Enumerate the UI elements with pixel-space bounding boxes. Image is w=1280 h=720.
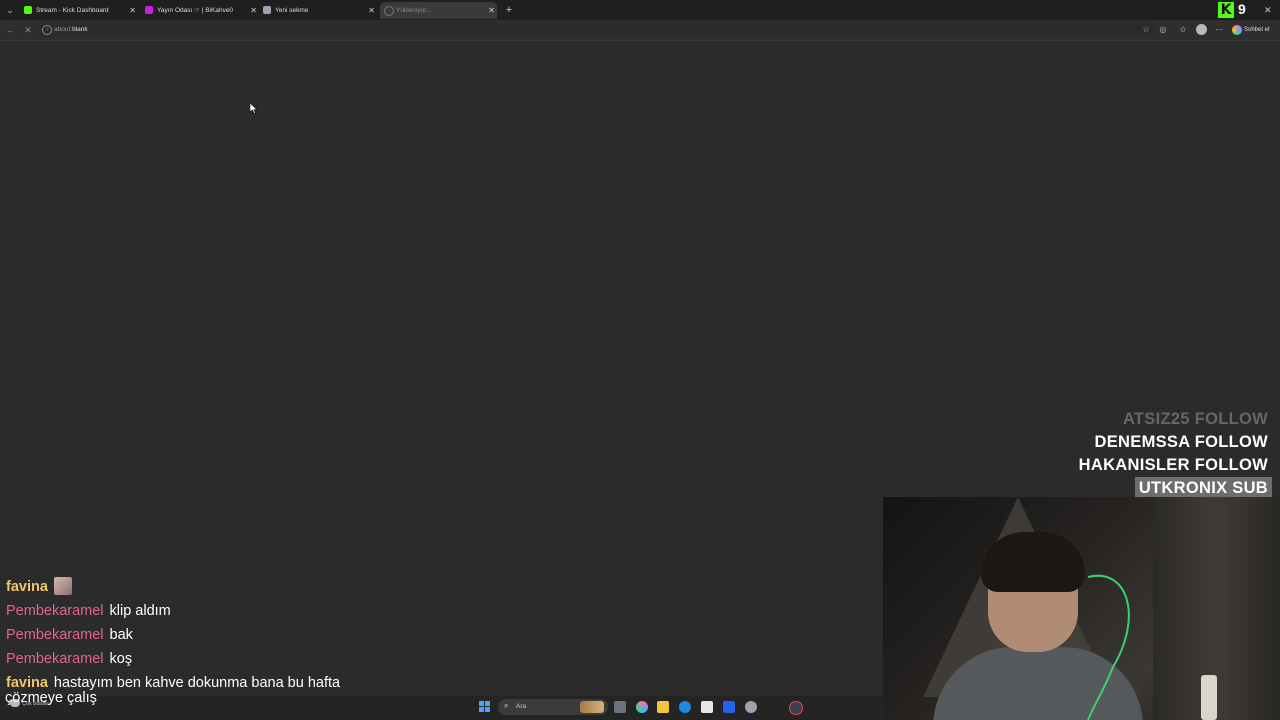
- tab-kick-dashboard[interactable]: Stream - Kick Dashboard ✕: [20, 2, 138, 19]
- chat-text: bak: [109, 627, 133, 643]
- back-icon[interactable]: ←: [3, 23, 17, 37]
- file-explorer-icon[interactable]: [657, 701, 669, 713]
- address-bar[interactable]: i about:blank ☆: [38, 23, 1154, 37]
- search-highlight-icon: [580, 701, 604, 713]
- chat-username: favina: [6, 579, 48, 595]
- kick-logo: K: [1218, 2, 1234, 18]
- edge-browser-icon[interactable]: [679, 701, 691, 713]
- tab-loading[interactable]: Yükleniyor... ✕: [380, 2, 497, 19]
- copilot-taskbar-icon[interactable]: [636, 701, 648, 713]
- chat-message: favina: [6, 575, 406, 599]
- search-icon: ⌕: [504, 701, 509, 710]
- search-placeholder: Ara: [516, 703, 527, 710]
- tab-title: Stream - Kick Dashboard: [36, 7, 109, 14]
- loading-spinner-icon: [384, 6, 394, 16]
- chat-username: Pembekaramel: [6, 651, 104, 667]
- headset-cable: [1087, 574, 1130, 720]
- address-text: about:blank: [54, 23, 88, 37]
- alert-item: DENEMSSA FOLLOW: [1094, 433, 1268, 451]
- mouse-cursor-icon: [249, 101, 258, 119]
- webcam-feed: [883, 497, 1280, 720]
- page-favicon-icon: [263, 6, 271, 14]
- copilot-label: Sohbet et: [1244, 27, 1270, 33]
- chat-username: favina: [6, 675, 48, 691]
- profile-avatar[interactable]: [1196, 24, 1207, 35]
- site-info-icon[interactable]: i: [42, 25, 52, 35]
- webcam-object: [1201, 675, 1217, 720]
- chat-message: Pembekaramel koş: [6, 647, 406, 671]
- url-scheme: about:: [54, 26, 73, 33]
- chat-text-continuation: çözmeye çalış: [5, 690, 97, 706]
- tab-title: Yayın Odası ☞ | BiKahve0: [157, 7, 234, 14]
- tab-yeni-sekme[interactable]: Yeni sekme ✕: [259, 2, 377, 19]
- tab-actions-icon[interactable]: ⌄: [3, 3, 17, 17]
- windows-taskbar: Çok bulutlu ⌕ Ara: [0, 696, 883, 720]
- close-tab-icon[interactable]: ✕: [250, 2, 257, 19]
- start-button[interactable]: [479, 701, 491, 713]
- stop-loading-icon[interactable]: ✕: [21, 23, 35, 37]
- chat-username: Pembekaramel: [6, 627, 104, 643]
- recording-app-icon[interactable]: [789, 701, 803, 715]
- chat-username: Pembekaramel: [6, 603, 104, 619]
- store-icon[interactable]: [701, 701, 713, 713]
- tab-yayin-odasi[interactable]: Yayın Odası ☞ | BiKahve0 ✕: [141, 2, 259, 19]
- chat-text: klip aldım: [109, 603, 171, 619]
- task-view-icon[interactable]: [614, 701, 626, 713]
- chat-text: koş: [109, 651, 133, 667]
- browser-toolbar: ← ✕ i about:blank ☆ ◎ ✩ ⋯ Sohbet et: [0, 20, 1280, 41]
- chat-emote-icon: [53, 577, 72, 595]
- alert-item: ATSIZ25 FOLLOW: [1122, 410, 1268, 428]
- favorite-star-icon[interactable]: ☆: [1140, 23, 1152, 37]
- new-tab-button[interactable]: +: [502, 2, 516, 18]
- copilot-icon: [1232, 25, 1242, 35]
- chat-text: hastayım ben kahve dokunma bana bu hafta: [53, 675, 341, 691]
- close-tab-icon[interactable]: ✕: [368, 2, 375, 19]
- close-window-icon[interactable]: ✕: [1264, 2, 1272, 18]
- copilot-chat-button[interactable]: Sohbet et: [1232, 23, 1270, 37]
- favorites-icon[interactable]: ✩: [1177, 23, 1189, 37]
- close-tab-icon[interactable]: ✕: [488, 2, 495, 19]
- extensions-icon[interactable]: ◎: [1157, 23, 1169, 37]
- more-menu-icon[interactable]: ⋯: [1213, 23, 1225, 37]
- alert-item: HAKANISLER FOLLOW: [1078, 456, 1268, 474]
- kick-count: 9: [1238, 1, 1246, 17]
- chat-message: Pembekaramel klip aldım: [6, 599, 406, 623]
- kick-favicon-icon: [24, 6, 32, 14]
- chat-message: Pembekaramel bak: [6, 623, 406, 647]
- close-tab-icon[interactable]: ✕: [129, 2, 136, 19]
- tab-title: Yeni sekme: [275, 7, 309, 14]
- bikahve-favicon-icon: [145, 6, 153, 14]
- tab-strip: ⌄ Stream - Kick Dashboard ✕ Yayın Odası …: [0, 0, 1280, 20]
- taskbar-search[interactable]: ⌕ Ara: [498, 699, 608, 715]
- mail-app-icon[interactable]: [723, 701, 735, 713]
- url-path: blank: [72, 26, 88, 33]
- settings-app-icon[interactable]: [745, 701, 757, 713]
- stream-alerts: ATSIZ25 FOLLOW DENEMSSA FOLLOW HAKANISLE…: [1075, 408, 1272, 500]
- chat-overlay: favina Pembekaramel klip aldım Pembekaram…: [6, 575, 406, 695]
- tab-title: Yükleniyor...: [396, 7, 432, 14]
